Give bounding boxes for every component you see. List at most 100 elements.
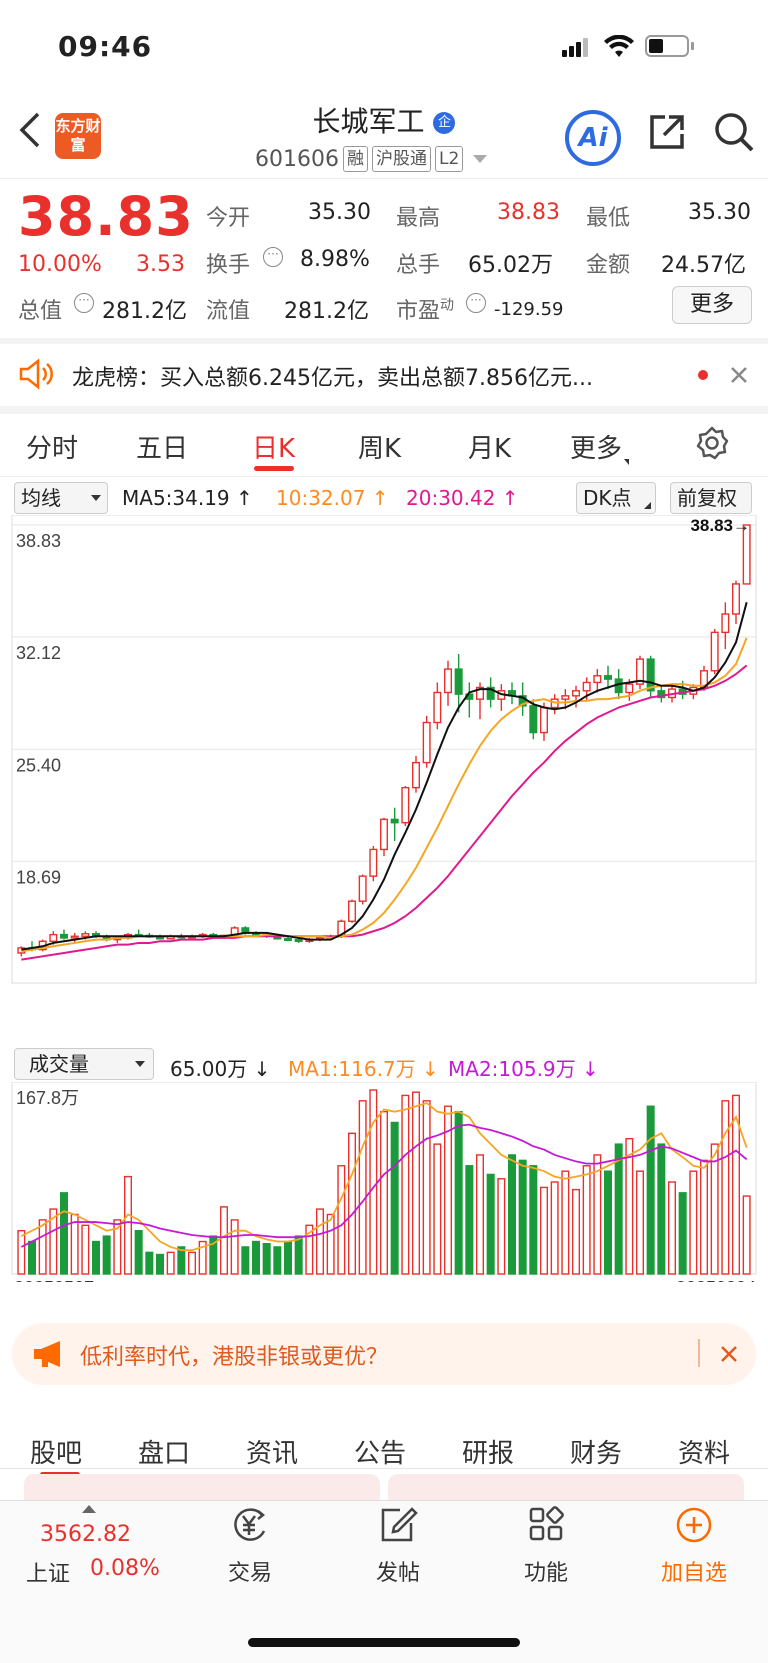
volume-bar bbox=[561, 1170, 570, 1275]
share-icon[interactable] bbox=[647, 112, 687, 152]
nav-post[interactable]: 发帖 bbox=[348, 1505, 448, 1587]
info-dots-icon[interactable]: ··· bbox=[466, 293, 486, 313]
ma20-line bbox=[21, 664, 748, 961]
tag-level2: L2 bbox=[434, 146, 464, 172]
y-tick-label: 32.12 bbox=[16, 643, 61, 663]
adjust-button[interactable]: 前复权 bbox=[670, 482, 752, 514]
candle-body bbox=[347, 900, 357, 922]
candle-body bbox=[443, 668, 453, 694]
ma5-line bbox=[21, 602, 748, 951]
add-circle-icon bbox=[676, 1507, 712, 1543]
tab-monthly-k[interactable]: 月K bbox=[468, 428, 511, 465]
volume-bar bbox=[689, 1170, 698, 1275]
volume-bar bbox=[369, 1089, 378, 1275]
tab-weekly-k[interactable]: 周K bbox=[358, 428, 401, 465]
volume-bar bbox=[667, 1181, 677, 1275]
more-button[interactable]: 更多 bbox=[672, 286, 752, 324]
dk-point-button[interactable]: DK点 bbox=[576, 482, 656, 514]
candle-body bbox=[582, 681, 591, 692]
kline-chart[interactable]: 38.83 32.12 25.40 18.69 38.83→ bbox=[0, 515, 768, 1045]
dropdown-caret-icon[interactable] bbox=[473, 155, 488, 163]
ma-indicator-select[interactable]: 均线 bbox=[14, 482, 108, 514]
notice-bar[interactable]: 龙虎榜：买入总额6.245亿元，卖出总额7.856亿元... bbox=[0, 344, 768, 406]
y-tick-label: 38.83 bbox=[16, 531, 61, 551]
tab-order-book[interactable]: 盘口 bbox=[138, 1433, 190, 1470]
volume-bar bbox=[550, 1181, 559, 1275]
search-icon[interactable] bbox=[712, 110, 756, 154]
candle-body bbox=[710, 631, 719, 672]
vol-ma2-readout: MA2:105.9万 ↓ bbox=[448, 1057, 599, 1081]
volume-bar bbox=[657, 1143, 666, 1275]
volume-bar bbox=[337, 1165, 346, 1275]
volume-bar bbox=[603, 1170, 613, 1275]
enterprise-badge-icon: 企 bbox=[433, 112, 456, 134]
volume-bar bbox=[38, 1219, 47, 1275]
high-label: 最高 bbox=[396, 206, 441, 231]
settings-gear-icon[interactable] bbox=[694, 425, 730, 461]
tab-forum[interactable]: 股吧 bbox=[30, 1433, 82, 1470]
current-price: 38.83 bbox=[18, 185, 194, 248]
index-change[interactable]: 0.08% bbox=[90, 1556, 160, 1581]
volume-chart[interactable]: 167.8万 20250507 20250804 bbox=[0, 1082, 768, 1282]
volume-bar bbox=[454, 1110, 463, 1275]
volume-bar bbox=[710, 1143, 719, 1275]
open-value: 35.30 bbox=[308, 200, 371, 225]
tab-more[interactable]: 更多 bbox=[570, 428, 630, 465]
nav-post-label: 发帖 bbox=[375, 1561, 420, 1586]
candle-body bbox=[283, 938, 293, 941]
tag-margin: 融 bbox=[342, 146, 368, 172]
volume-bar bbox=[614, 1143, 623, 1275]
candle-body bbox=[529, 705, 538, 734]
volume-bar bbox=[262, 1242, 271, 1275]
ai-button[interactable]: Ai bbox=[565, 110, 621, 166]
promo-banner[interactable]: 低利率时代，港股非银或更优？ bbox=[12, 1323, 756, 1385]
pe-label: 市盈动 bbox=[396, 297, 455, 324]
float-value: 281.2亿 bbox=[284, 299, 369, 324]
tab-intraday[interactable]: 分时 bbox=[26, 428, 78, 465]
wifi-icon bbox=[604, 35, 634, 57]
up-triangle-icon bbox=[82, 1505, 96, 1513]
volume-bar bbox=[646, 1105, 655, 1275]
tab-five-day[interactable]: 五日 bbox=[136, 428, 188, 465]
battery-icon bbox=[645, 35, 689, 57]
pe-value: -129.59 bbox=[494, 299, 564, 320]
ma5-readout: MA5:34.19 ↑ bbox=[122, 486, 253, 510]
change-percent: 10.00% bbox=[18, 252, 102, 277]
nav-trade-label: 交易 bbox=[227, 1561, 272, 1586]
volume-bar bbox=[486, 1173, 495, 1275]
tab-financials[interactable]: 财务 bbox=[570, 1433, 622, 1470]
tab-research[interactable]: 研报 bbox=[462, 1433, 514, 1470]
volume-indicator-select[interactable]: 成交量 bbox=[14, 1048, 154, 1080]
close-icon[interactable] bbox=[730, 366, 748, 384]
index-value[interactable]: 3562.82 bbox=[40, 1522, 131, 1547]
last-price-marker: 38.83→ bbox=[690, 516, 750, 535]
nav-functions-label: 功能 bbox=[523, 1561, 568, 1586]
info-dots-icon[interactable]: ··· bbox=[263, 247, 283, 267]
chevron-down-icon bbox=[135, 1061, 145, 1067]
tab-daily-k[interactable]: 日K bbox=[252, 428, 295, 465]
change-amount: 3.53 bbox=[136, 252, 185, 277]
ma10-line bbox=[21, 637, 748, 953]
forum-card-right bbox=[388, 1474, 744, 1500]
candle-body bbox=[721, 613, 730, 634]
tab-profile[interactable]: 资料 bbox=[678, 1433, 730, 1470]
info-dots-icon[interactable]: ··· bbox=[74, 293, 94, 313]
stock-name: 长城军工 bbox=[312, 105, 425, 138]
tab-announcements[interactable]: 公告 bbox=[354, 1433, 406, 1470]
volume-bar bbox=[582, 1165, 591, 1275]
low-value: 35.30 bbox=[688, 200, 751, 225]
index-name[interactable]: 上证 bbox=[26, 1556, 70, 1588]
nav-functions[interactable]: 功能 bbox=[496, 1505, 596, 1587]
nav-trade[interactable]: 交易 bbox=[200, 1505, 300, 1587]
tag-connect: 沪股通 bbox=[371, 146, 431, 172]
status-time: 09:46 bbox=[58, 30, 153, 63]
x-start-date: 20250507 bbox=[14, 1278, 94, 1282]
close-icon[interactable] bbox=[720, 1345, 738, 1363]
nav-add-watchlist[interactable]: 加自选 bbox=[644, 1505, 744, 1587]
amount-value: 24.57亿 bbox=[661, 253, 746, 278]
tab-news[interactable]: 资讯 bbox=[246, 1433, 298, 1470]
volume-bar bbox=[315, 1208, 325, 1275]
notice-text: 龙虎榜：买入总额6.245亿元，卖出总额7.856亿元... bbox=[72, 366, 593, 391]
volume-bar bbox=[401, 1094, 410, 1275]
volume-bar bbox=[251, 1240, 261, 1275]
